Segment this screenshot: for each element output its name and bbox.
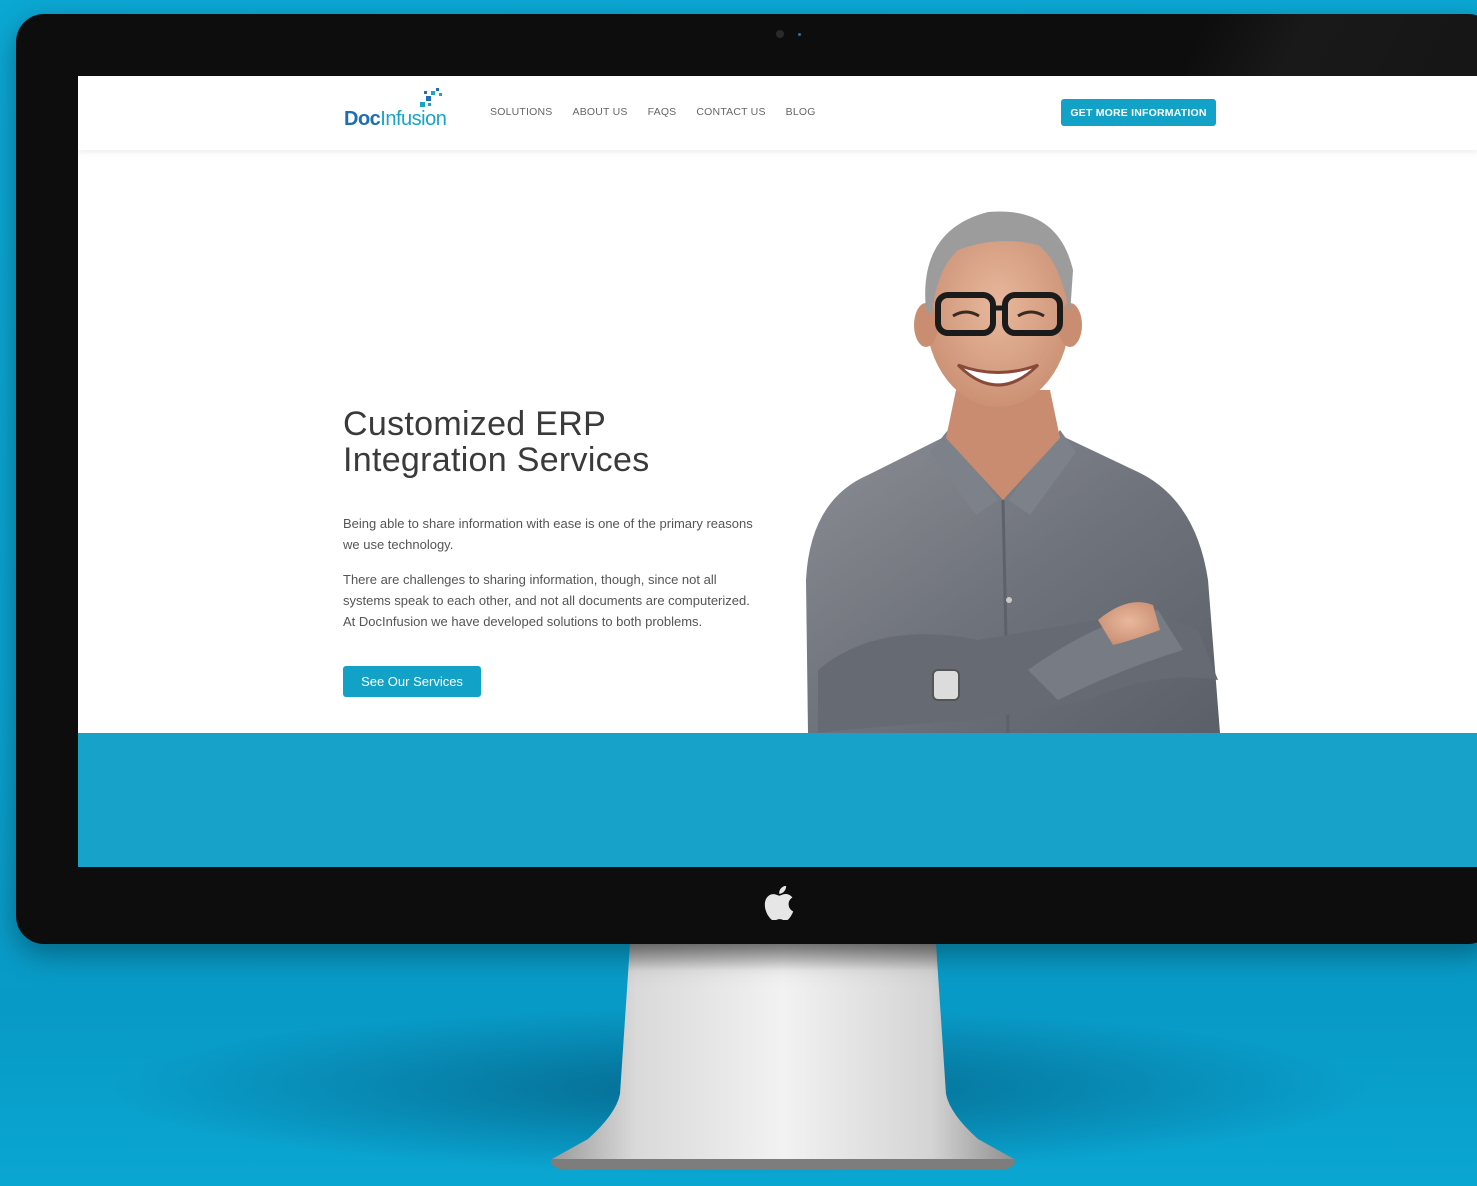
docinfusion-logo[interactable]: DocInfusion — [344, 88, 454, 134]
logo-text-doc: Doc — [344, 108, 381, 130]
logo-wordmark: DocInfusion — [344, 108, 447, 131]
hero-title-line1: Customized ERP — [343, 405, 607, 443]
camera-led-icon — [798, 33, 801, 36]
monitor-stand — [551, 944, 1015, 1170]
pixel-arrow-icon — [420, 88, 442, 107]
hero-person-photo — [806, 211, 1220, 733]
hero-section: Customized ERP Integration Services Bein… — [78, 150, 1477, 733]
blue-band-section — [78, 733, 1477, 867]
camera-icon — [776, 30, 784, 38]
apple-logo-icon — [764, 886, 794, 920]
bezel-reflection — [1184, 14, 1477, 76]
nav-item-about-us[interactable]: ABOUT US — [572, 106, 627, 118]
hero-paragraph-2: There are challenges to sharing informat… — [343, 572, 750, 629]
nav-item-solutions[interactable]: SOLUTIONS — [490, 106, 552, 118]
hero-paragraph-1: Being able to share information with eas… — [343, 516, 753, 552]
main-nav: SOLUTIONS ABOUT US FAQS CONTACT US BLOG — [490, 106, 816, 118]
nav-item-faqs[interactable]: FAQS — [648, 106, 677, 118]
get-more-information-button[interactable]: GET MORE INFORMATION — [1061, 99, 1216, 126]
hero-title-line2: Integration Services — [343, 441, 650, 479]
nav-item-contact-us[interactable]: CONTACT US — [696, 106, 765, 118]
see-our-services-button[interactable]: See Our Services — [343, 666, 481, 697]
hero-title: Customized ERP Integration Services — [343, 406, 763, 478]
site-header: DocInfusion SOLUTIONS ABOUT US FAQS CONT… — [78, 76, 1477, 150]
nav-item-blog[interactable]: BLOG — [786, 106, 816, 118]
monitor-screen: DocInfusion SOLUTIONS ABOUT US FAQS CONT… — [78, 76, 1477, 867]
logo-text-infusion: Infusion — [380, 108, 447, 130]
